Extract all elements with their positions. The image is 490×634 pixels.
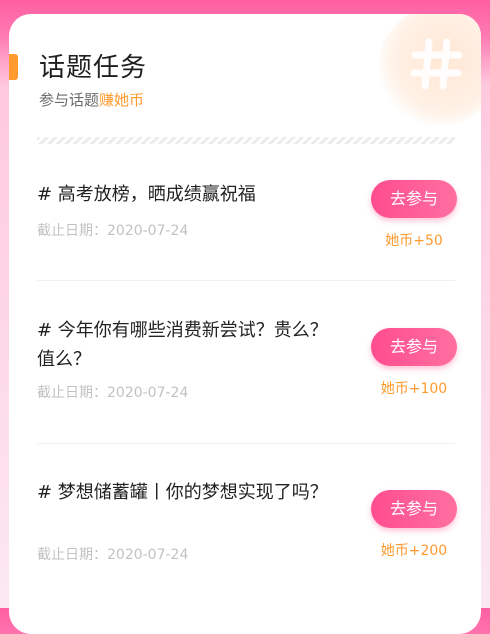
task-title: # 高考放榜，晒成绩赢祝福 (37, 184, 256, 205)
task-item: # 今年你有哪些消费新尝试？贵么？值么？ 截止日期：2020-07-24 去参与… (37, 316, 457, 416)
task-title: # 梦想储蓄罐丨你的梦想实现了吗？ (37, 482, 328, 503)
task-reward: 她币+100 (380, 381, 448, 397)
task-reward: 她币+200 (380, 543, 448, 559)
join-button[interactable]: 去参与 (371, 180, 457, 218)
hash-decoration (379, 14, 481, 126)
task-deadline: 截止日期：2020-07-24 (37, 547, 189, 563)
hash-icon (410, 38, 463, 90)
task-item: # 梦想储蓄罐丨你的梦想实现了吗？ 截止日期：2020-07-24 去参与 她币… (37, 478, 457, 578)
task-item: # 高考放榜，晒成绩赢祝福 截止日期：2020-07-24 去参与 她币+50 (37, 180, 457, 250)
topic-task-card: 话题任务 参与话题赚她币 # 高考放榜，晒成绩赢祝福 截止日期：2020-07-… (9, 14, 481, 634)
join-button[interactable]: 去参与 (371, 328, 457, 366)
subtitle-prefix: 参与话题 (39, 91, 100, 109)
task-title: # 今年你有哪些消费新尝试？贵么？值么？ (37, 320, 328, 370)
page-subtitle: 参与话题赚她币 (39, 89, 144, 110)
task-reward: 她币+50 (385, 233, 443, 249)
page-title: 话题任务 (39, 53, 148, 83)
striped-divider (37, 137, 455, 144)
task-deadline: 截止日期：2020-07-24 (37, 385, 189, 401)
join-button[interactable]: 去参与 (371, 490, 457, 528)
subtitle-highlight: 赚她币 (99, 91, 145, 109)
list-divider (37, 280, 455, 281)
task-deadline: 截止日期：2020-07-24 (37, 223, 189, 239)
list-divider (37, 443, 455, 444)
title-accent-bar (9, 54, 18, 80)
